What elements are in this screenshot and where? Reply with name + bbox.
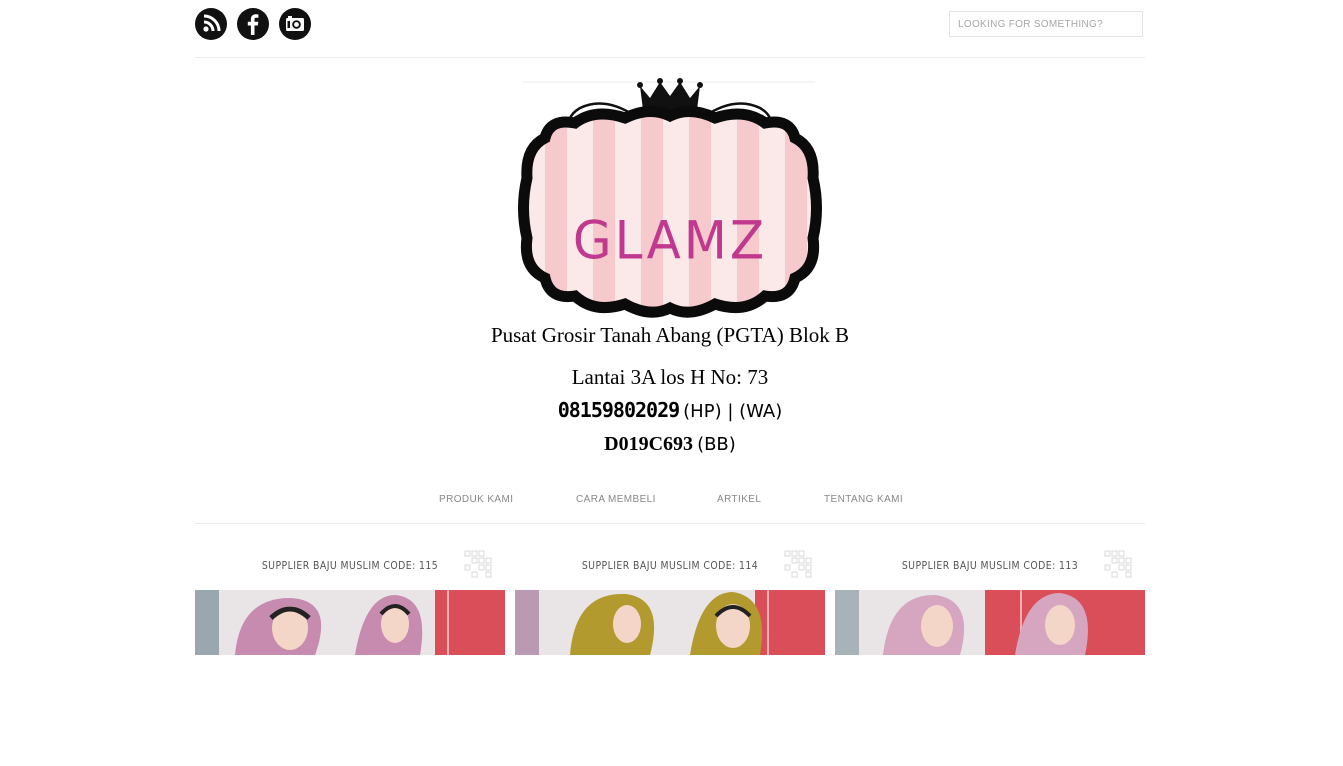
product-title[interactable]: SUPPLIER BAJU MUSLIM CODE: 115 (218, 559, 482, 572)
rss-icon[interactable] (195, 8, 227, 40)
bb-suffix: (BB) (697, 434, 736, 455)
search-input[interactable] (949, 11, 1143, 37)
main-nav: PRODUK KAMI CARA MEMBELI ARTIKEL TENTANG… (195, 478, 1145, 524)
product-card[interactable]: SUPPLIER BAJU MUSLIM CODE: 115 (195, 545, 505, 655)
product-image[interactable] (515, 590, 825, 655)
nav-item-cara-membeli[interactable]: CARA MEMBELI (576, 494, 656, 505)
top-bar (195, 0, 1145, 58)
dots-pattern-icon (1104, 550, 1132, 578)
logo-text: GLAMZ (573, 210, 767, 271)
product-title[interactable]: SUPPLIER BAJU MUSLIM CODE: 114 (538, 559, 802, 572)
phone-line: 08159802029 (HP) | (WA) (475, 398, 865, 422)
dots-pattern-icon (464, 550, 492, 578)
nav-item-tentang-kami[interactable]: TENTANG KAMI (824, 494, 903, 505)
product-image[interactable] (195, 590, 505, 655)
product-card[interactable]: SUPPLIER BAJU MUSLIM CODE: 113 (835, 545, 1145, 655)
bb-line: D019C693 (BB) (475, 433, 865, 456)
product-image[interactable] (835, 590, 1145, 655)
glamz-logo: GLAMZ (518, 78, 822, 318)
phone-number: 08159802029 (557, 398, 680, 422)
facebook-icon[interactable] (237, 8, 269, 40)
camera-icon[interactable] (279, 8, 311, 40)
phone-suffix: (HP) | (WA) (683, 401, 783, 422)
bb-pin: D019C693 (604, 433, 694, 455)
product-title[interactable]: SUPPLIER BAJU MUSLIM CODE: 113 (858, 559, 1122, 572)
product-card[interactable]: SUPPLIER BAJU MUSLIM CODE: 114 (515, 545, 825, 655)
nav-item-produk-kami[interactable]: PRODUK KAMI (439, 494, 513, 505)
nav-item-artikel[interactable]: ARTIKEL (717, 494, 761, 505)
address-line-2: Lantai 3A los H No: 73 (571, 365, 769, 389)
address-line-1: Pusat Grosir Tanah Abang (PGTA) Blok B (490, 323, 850, 347)
dots-pattern-icon (784, 550, 812, 578)
header-banner: GLAMZ Pusat Grosir Tanah Abang (PGTA) Bl… (475, 78, 865, 470)
